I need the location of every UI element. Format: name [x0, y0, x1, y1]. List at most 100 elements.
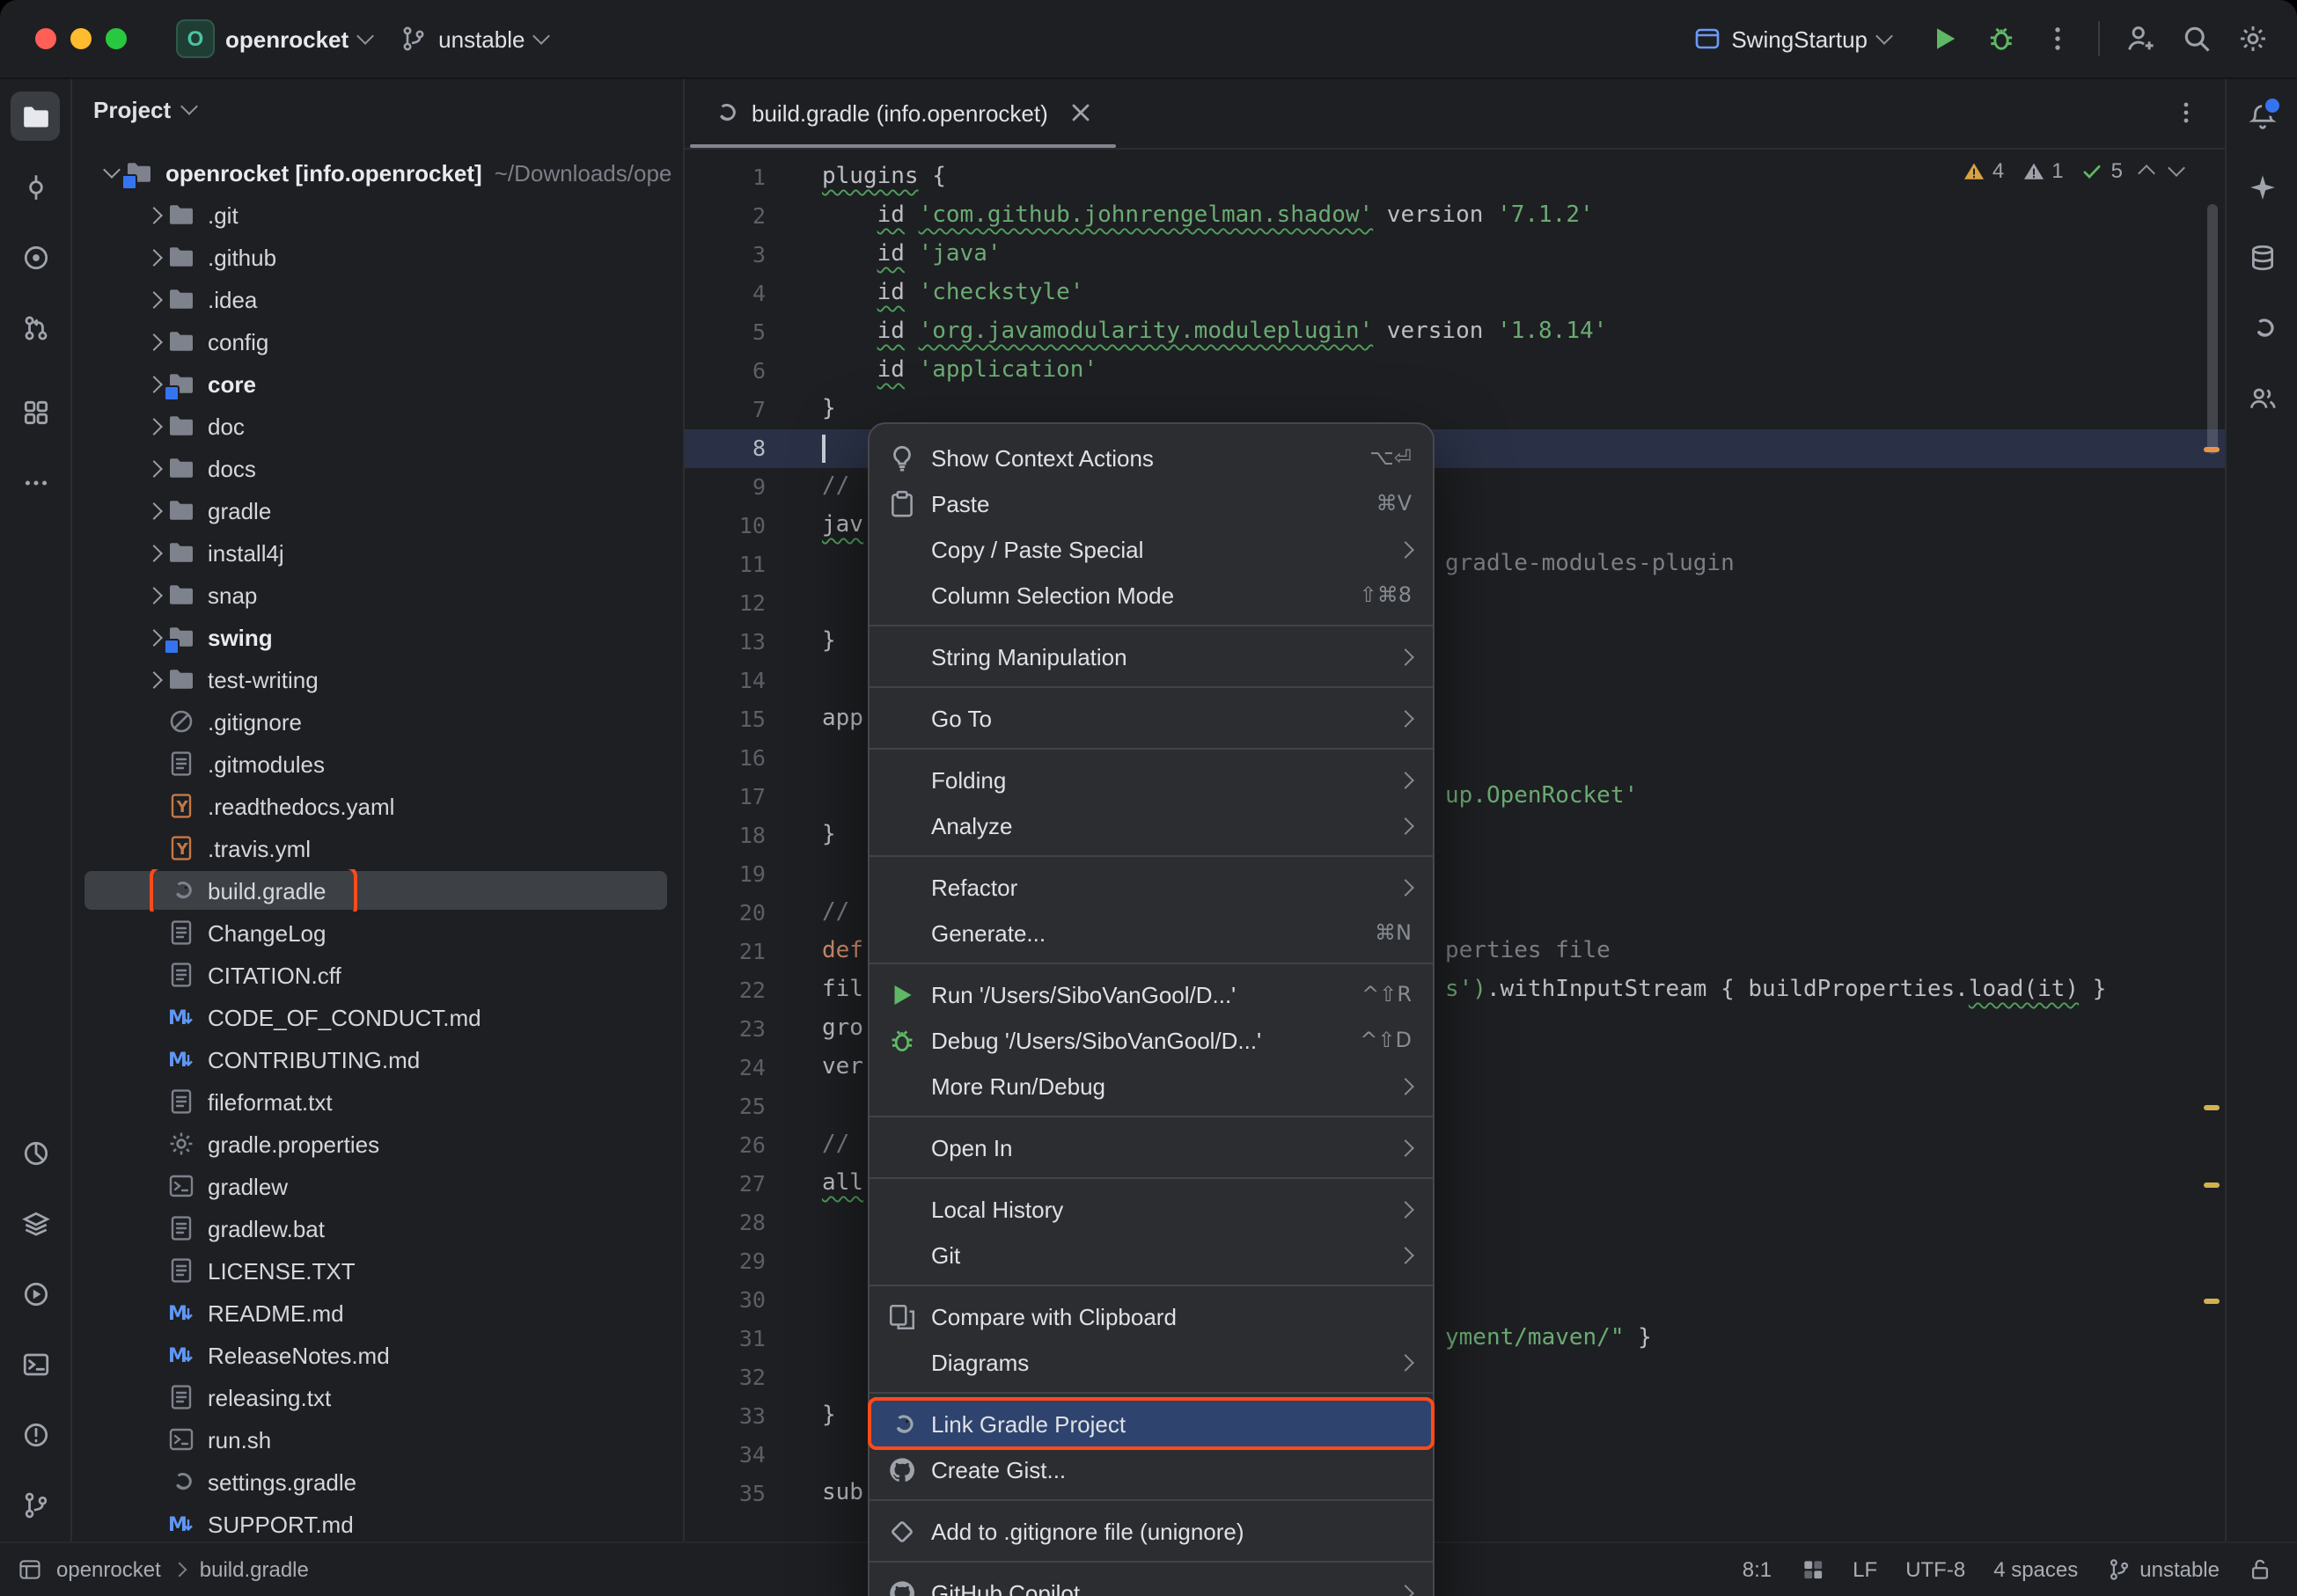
more-tool-windows-tool-button[interactable] — [11, 458, 60, 507]
tree-item-code-of-conduct-md[interactable]: MCODE_OF_CONDUCT.md — [72, 996, 683, 1038]
line-number[interactable]: 21 — [685, 933, 766, 971]
tree-item-fileformat-txt[interactable]: fileformat.txt — [72, 1080, 683, 1123]
chevron-right-icon[interactable] — [139, 462, 167, 474]
project-tool-button[interactable] — [11, 92, 60, 141]
pull-requests-tool-button[interactable] — [11, 303, 60, 352]
menu-item-add-to-gitignore-file-unignore[interactable]: Add to .gitignore file (unignore) — [870, 1508, 1433, 1554]
close-window-button[interactable] — [35, 28, 56, 49]
line-number[interactable]: 16 — [685, 739, 766, 778]
tree-item-citation-cff[interactable]: CITATION.cff — [72, 954, 683, 996]
tree-item-readme-md[interactable]: MREADME.md — [72, 1292, 683, 1334]
chevron-right-icon[interactable] — [139, 293, 167, 305]
line-number[interactable]: 6 — [685, 352, 766, 391]
menu-item-local-history[interactable]: Local History — [870, 1186, 1433, 1232]
menu-item-more-run-debug[interactable]: More Run/Debug — [870, 1063, 1433, 1109]
menu-item-open-in[interactable]: Open In — [870, 1124, 1433, 1170]
line-number[interactable]: 9 — [685, 468, 766, 507]
menu-item-create-gist[interactable]: Create Gist... — [870, 1446, 1433, 1492]
previous-problem-button[interactable] — [2138, 165, 2155, 182]
menu-item-go-to[interactable]: Go To — [870, 695, 1433, 741]
breadcrumb-file[interactable]: build.gradle — [200, 1557, 309, 1582]
line-number[interactable]: 34 — [685, 1436, 766, 1475]
tree-item-changelog[interactable]: ChangeLog — [72, 911, 683, 954]
git-branch-widget[interactable]: unstable — [2106, 1557, 2220, 1582]
tree-item-core[interactable]: core — [72, 362, 683, 405]
tree-item-idea[interactable]: .idea — [72, 278, 683, 320]
build-tool-button[interactable] — [11, 1198, 60, 1248]
line-number[interactable]: 26 — [685, 1126, 766, 1165]
line-number[interactable]: 15 — [685, 700, 766, 739]
chevron-right-icon[interactable] — [139, 546, 167, 559]
tree-item-travis-yml[interactable]: Y.travis.yml — [72, 827, 683, 869]
menu-item-show-context-actions[interactable]: Show Context Actions⌥⏎ — [870, 435, 1433, 480]
menu-item-compare-with-clipboard[interactable]: Compare with Clipboard — [870, 1293, 1433, 1339]
tree-item-gradle[interactable]: gradle — [72, 489, 683, 531]
menu-item-analyze[interactable]: Analyze — [870, 802, 1433, 848]
tree-item-releasenotes-md[interactable]: MReleaseNotes.md — [72, 1334, 683, 1376]
notifications-tool-button[interactable] — [2237, 92, 2286, 141]
structure-tool-button[interactable] — [11, 387, 60, 436]
line-number[interactable]: 35 — [685, 1475, 766, 1513]
chevron-right-icon[interactable] — [139, 335, 167, 348]
line-number[interactable]: 32 — [685, 1358, 766, 1397]
chevron-right-icon[interactable] — [139, 420, 167, 432]
file-encoding-widget[interactable]: UTF-8 — [1905, 1557, 1965, 1582]
chevron-right-icon[interactable] — [139, 504, 167, 516]
line-number[interactable]: 5 — [685, 313, 766, 352]
line-number[interactable]: 1 — [685, 158, 766, 197]
editor-scrollbar[interactable] — [2207, 204, 2218, 454]
line-number[interactable]: 7 — [685, 391, 766, 429]
tree-item-readthedocs-yaml[interactable]: Y.readthedocs.yaml — [72, 785, 683, 827]
tree-item-releasing-txt[interactable]: releasing.txt — [72, 1376, 683, 1418]
coverage-tool-button[interactable] — [11, 232, 60, 282]
editor-tab[interactable]: build.gradle (info.openrocket) — [690, 77, 1117, 148]
menu-item-folding[interactable]: Folding — [870, 757, 1433, 802]
database-tool-button[interactable] — [2237, 232, 2286, 282]
tree-item-run-sh[interactable]: run.sh — [72, 1418, 683, 1461]
services-tool-button[interactable] — [11, 1269, 60, 1318]
ai-assistant-tool-button[interactable] — [2237, 162, 2286, 211]
tree-item-git[interactable]: .git — [72, 194, 683, 236]
ide-layout-widget[interactable] — [1800, 1557, 1824, 1582]
line-number[interactable]: 28 — [685, 1204, 766, 1242]
settings-button[interactable] — [2237, 23, 2269, 55]
line-number[interactable]: 8 — [685, 429, 766, 468]
menu-item-generate[interactable]: Generate...⌘N — [870, 910, 1433, 955]
minimize-window-button[interactable] — [70, 28, 92, 49]
line-number[interactable]: 24 — [685, 1049, 766, 1087]
line-number[interactable]: 10 — [685, 507, 766, 545]
menu-item-github-copilot[interactable]: GitHub Copilot — [870, 1570, 1433, 1596]
close-tab-button[interactable] — [1068, 99, 1096, 127]
breadcrumb-project[interactable]: openrocket — [56, 1557, 161, 1582]
line-number[interactable]: 13 — [685, 623, 766, 662]
commit-tool-button[interactable] — [11, 162, 60, 211]
debug-button[interactable] — [1985, 23, 2017, 55]
line-number[interactable]: 19 — [685, 855, 766, 894]
tree-item-docs[interactable]: docs — [72, 447, 683, 489]
line-number[interactable]: 4 — [685, 275, 766, 313]
menu-item-refactor[interactable]: Refactor — [870, 864, 1433, 910]
indentation-widget[interactable]: 4 spaces — [1993, 1557, 2078, 1582]
tree-item-gradlew-bat[interactable]: gradlew.bat — [72, 1207, 683, 1249]
line-number[interactable]: 22 — [685, 971, 766, 1010]
tree-item-test-writing[interactable]: test-writing — [72, 658, 683, 700]
menu-item-link-gradle-project[interactable]: Link Gradle Project — [870, 1401, 1433, 1446]
line-separator-widget[interactable]: LF — [1853, 1557, 1877, 1582]
inspections-widget[interactable]: 4 1 5 — [1963, 158, 2183, 183]
menu-item-git[interactable]: Git — [870, 1232, 1433, 1278]
tree-item-gitmodules[interactable]: .gitmodules — [72, 743, 683, 785]
run-button[interactable] — [1929, 23, 1961, 55]
gradle-tool-button[interactable] — [2237, 303, 2286, 352]
menu-item-column-selection-mode[interactable]: Column Selection Mode⇧⌘8 — [870, 572, 1433, 618]
menu-item-debug-users-sibovangool-d[interactable]: Debug '/Users/SiboVanGool/D...'^⇧D — [870, 1017, 1433, 1063]
line-number[interactable]: 14 — [685, 662, 766, 700]
chevron-right-icon[interactable] — [139, 251, 167, 263]
run-config-widget[interactable]: SwingStartup — [1678, 18, 1904, 60]
tree-item-snap[interactable]: snap — [72, 574, 683, 616]
menu-item-diagrams[interactable]: Diagrams — [870, 1339, 1433, 1385]
menu-item-string-manipulation[interactable]: String Manipulation — [870, 633, 1433, 679]
chevron-right-icon[interactable] — [139, 589, 167, 601]
caret-position-widget[interactable]: 8:1 — [1743, 1557, 1772, 1582]
line-number[interactable]: 2 — [685, 197, 766, 236]
line-number[interactable]: 30 — [685, 1281, 766, 1320]
